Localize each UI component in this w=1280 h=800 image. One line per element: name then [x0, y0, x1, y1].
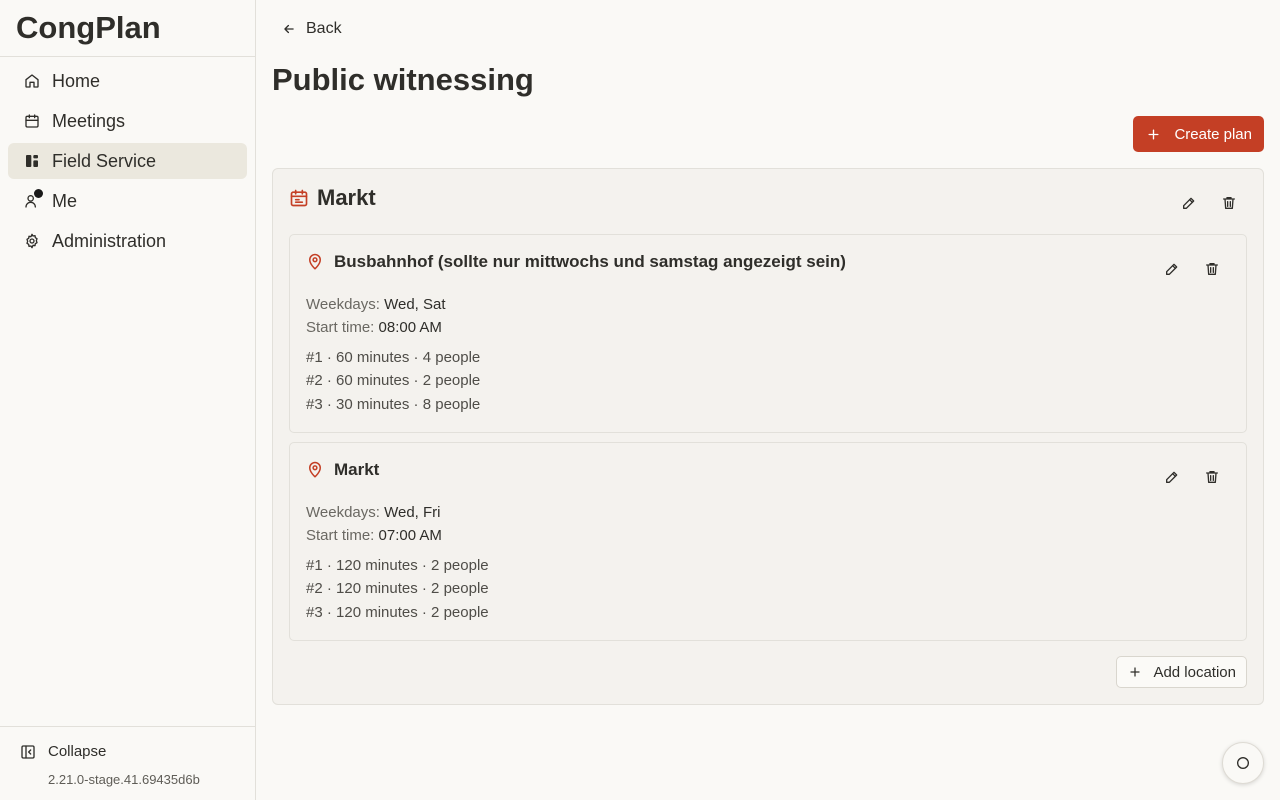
add-location-button[interactable]: Add location — [1116, 656, 1247, 688]
location-header: Busbahnhof (sollte nur mittwochs und sam… — [306, 252, 846, 272]
shift-item: #2 · 60 minutes · 2 people — [306, 372, 481, 389]
add-location-label: Add location — [1153, 663, 1236, 681]
plan-header: Markt — [289, 185, 376, 211]
location-title: Busbahnhof (sollte nur mittwochs und sam… — [334, 252, 846, 271]
delete-plan-button[interactable] — [1217, 191, 1241, 215]
create-plan-button[interactable]: Create plan — [1133, 116, 1264, 152]
weekdays-row: Weekdays: Wed, Sat — [306, 296, 446, 313]
trash-icon — [1206, 263, 1218, 275]
location-card: Markt Weekdays: Wed, Fri Start time: 07:… — [289, 442, 1247, 641]
pencil-icon — [1166, 471, 1178, 483]
create-plan-label: Create plan — [1174, 125, 1252, 143]
sidebar-item-label: Administration — [52, 230, 167, 251]
shift-item: #1 · 60 minutes · 4 people — [306, 349, 481, 366]
sidebar-item-field-service[interactable]: Field Service — [8, 143, 247, 179]
sidebar-item-label: Field Service — [52, 150, 157, 171]
sidebar-nav: Home Meetings Field Service Me Administr… — [0, 57, 255, 269]
shift-item: #1 · 120 minutes · 2 people — [306, 557, 489, 574]
collapse-icon — [20, 744, 36, 760]
gear-icon — [24, 233, 40, 249]
start-time-value: 07:00 AM — [378, 527, 442, 544]
floating-action-button[interactable] — [1222, 742, 1264, 784]
plus-icon — [1148, 128, 1159, 140]
collapse-button[interactable]: Collapse — [20, 743, 235, 760]
plan-card: Markt Busbahnhof (sollte nur mittwochs u… — [272, 168, 1264, 705]
back-link[interactable]: Back — [282, 20, 342, 38]
edit-location-button[interactable] — [1160, 257, 1184, 281]
start-time-value: 08:00 AM — [378, 319, 442, 336]
back-label: Back — [306, 20, 342, 37]
sidebar-item-home[interactable]: Home — [8, 63, 247, 99]
page-title: Public witnessing — [272, 62, 534, 97]
sidebar-item-me[interactable]: Me — [8, 183, 247, 219]
home-icon — [24, 73, 40, 89]
app-logo: CongPlan — [0, 0, 255, 57]
weekdays-value: Wed, Fri — [384, 504, 441, 521]
trash-icon — [1223, 197, 1235, 209]
location-card: Busbahnhof (sollte nur mittwochs und sam… — [289, 234, 1247, 433]
map-pin-icon — [309, 461, 321, 478]
start-time-label: Start time: — [306, 319, 375, 336]
shift-item: #3 · 30 minutes · 8 people — [306, 396, 481, 413]
sidebar-footer: Collapse 2.21.0-stage.41.69435d6b — [0, 726, 255, 800]
weekdays-label: Weekdays: — [306, 296, 380, 313]
shift-item: #3 · 120 minutes · 2 people — [306, 604, 489, 621]
shift-item: #2 · 120 minutes · 2 people — [306, 580, 489, 597]
location-header: Markt — [306, 460, 379, 480]
collapse-label: Collapse — [48, 743, 107, 760]
sidebar-item-label: Home — [52, 70, 101, 91]
edit-plan-button[interactable] — [1177, 191, 1201, 215]
circle-icon — [1237, 757, 1249, 769]
pencil-icon — [1166, 263, 1178, 275]
map-pin-icon — [309, 253, 321, 270]
calendar-icon — [290, 189, 308, 207]
plan-title: Markt — [317, 185, 376, 210]
location-title: Markt — [334, 460, 380, 479]
notification-dot — [34, 189, 43, 198]
start-time-row: Start time: 08:00 AM — [306, 319, 442, 336]
main-content: Back Public witnessing Create plan Markt… — [272, 0, 1264, 800]
field-service-icon — [24, 153, 40, 169]
app-version: 2.21.0-stage.41.69435d6b — [48, 772, 200, 787]
weekdays-value: Wed, Sat — [384, 296, 446, 313]
sidebar-item-administration[interactable]: Administration — [8, 223, 247, 259]
sidebar-item-label: Meetings — [52, 110, 126, 131]
plus-icon — [1130, 667, 1141, 677]
calendar-icon — [24, 113, 40, 129]
weekdays-row: Weekdays: Wed, Fri — [306, 504, 441, 521]
sidebar-item-meetings[interactable]: Meetings — [8, 103, 247, 139]
sidebar: CongPlan Home Meetings Field Service Me … — [0, 0, 256, 800]
weekdays-label: Weekdays: — [306, 504, 380, 521]
sidebar-item-label: Me — [52, 190, 78, 211]
edit-location-button[interactable] — [1160, 465, 1184, 489]
trash-icon — [1206, 471, 1218, 483]
arrow-left-icon — [284, 24, 294, 34]
start-time-label: Start time: — [306, 527, 375, 544]
delete-location-button[interactable] — [1200, 257, 1224, 281]
pencil-icon — [1183, 197, 1195, 209]
delete-location-button[interactable] — [1200, 465, 1224, 489]
user-icon — [24, 189, 43, 209]
start-time-row: Start time: 07:00 AM — [306, 527, 442, 544]
